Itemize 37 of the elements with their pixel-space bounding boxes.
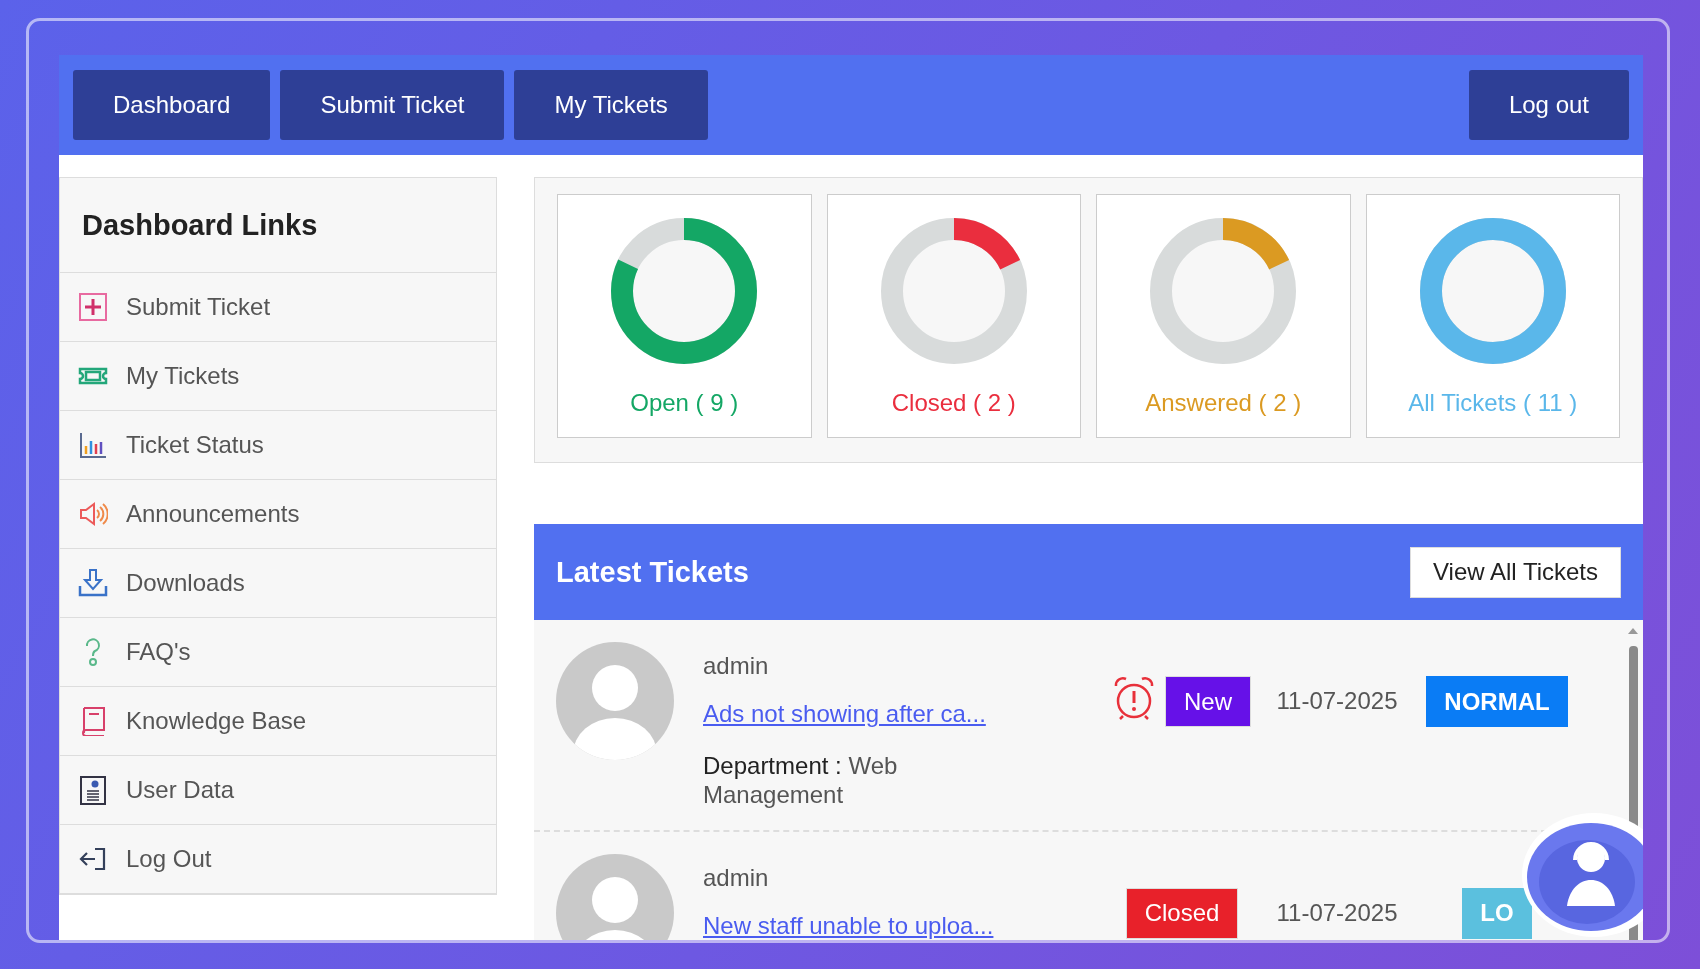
nav-button[interactable]: My Tickets bbox=[514, 70, 708, 140]
sidebar-item[interactable]: Knowledge Base bbox=[60, 687, 496, 756]
logout-button[interactable]: Log out bbox=[1468, 70, 1629, 140]
ticket-author: admin bbox=[703, 863, 770, 892]
department-text: Department : Web Management bbox=[703, 752, 899, 810]
status-badge: New bbox=[1165, 676, 1251, 727]
plus-icon bbox=[78, 292, 108, 322]
stat-label: All Tickets ( 11 ) bbox=[1408, 389, 1578, 417]
bar-chart-icon bbox=[78, 430, 108, 460]
status-badge: Closed bbox=[1125, 887, 1239, 939]
download-icon bbox=[78, 568, 108, 598]
sidebar-item[interactable]: Downloads bbox=[60, 549, 496, 618]
priority-badge: LO bbox=[1462, 887, 1532, 939]
nav-button[interactable]: Dashboard bbox=[73, 70, 271, 140]
priority-badge: NORMAL bbox=[1426, 676, 1568, 727]
section-title: Latest Tickets bbox=[556, 555, 749, 589]
ticket-subject-link[interactable]: Ads not showing after ca... bbox=[703, 700, 986, 728]
stat-label: Open ( 9 ) bbox=[630, 389, 739, 417]
ticket-date: 11-07-2025 bbox=[1276, 897, 1398, 927]
ticket-date: 11-07-2025 bbox=[1276, 686, 1398, 715]
sidebar-item[interactable]: Ticket Status bbox=[60, 411, 496, 480]
sidebar-item[interactable]: FAQ's bbox=[60, 618, 496, 687]
sidebar-item[interactable]: Log Out bbox=[60, 825, 496, 894]
nav-button[interactable]: Submit Ticket bbox=[280, 70, 505, 140]
ticket-subject-link[interactable]: New staff unable to uploa... bbox=[703, 911, 994, 940]
ticket-author: admin bbox=[703, 652, 770, 680]
sidebar-item[interactable]: User Data bbox=[60, 756, 496, 825]
sidebar-item[interactable]: Submit Ticket bbox=[60, 273, 496, 342]
support-chat-button[interactable] bbox=[1519, 810, 1643, 940]
stat-label: Closed ( 2 ) bbox=[891, 389, 1016, 417]
speaker-icon bbox=[78, 499, 108, 529]
sidebar-title: Dashboard Links bbox=[60, 178, 496, 273]
id-card-icon bbox=[78, 775, 108, 805]
view-all-button[interactable]: View All Tickets bbox=[1410, 546, 1621, 598]
sidebar-item[interactable]: My Tickets bbox=[60, 342, 496, 411]
sidebar-item[interactable]: Announcements bbox=[60, 480, 496, 549]
stat-label: Answered ( 2 ) bbox=[1145, 389, 1302, 417]
